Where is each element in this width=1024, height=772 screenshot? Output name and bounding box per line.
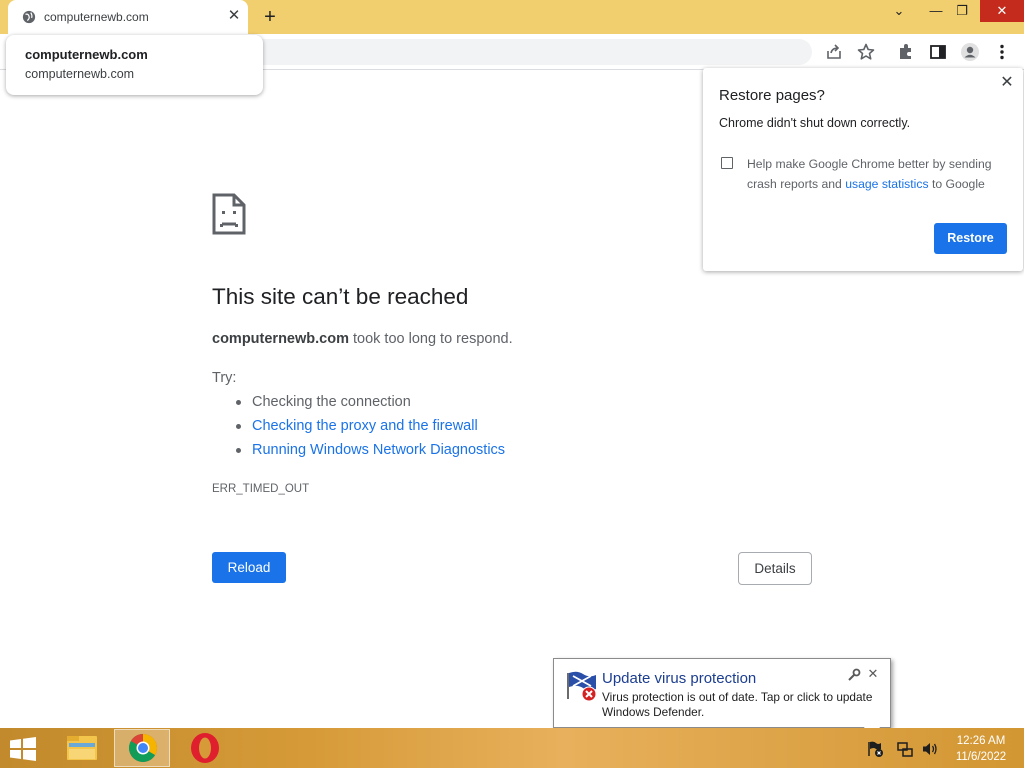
tab-title: computernewb.com [44, 10, 149, 24]
notification-title: Update virus protection [602, 670, 757, 687]
defender-notification[interactable]: Update virus protection Virus protection… [553, 658, 891, 728]
try-label: Try: [212, 370, 237, 386]
share-icon[interactable] [824, 42, 844, 62]
title-bar: computernewb.com ✕ + ⌄ — ❐ ✕ [0, 0, 1024, 34]
hover-card-title: computernewb.com [25, 47, 148, 62]
tab-search-icon[interactable]: ⌄ [883, 0, 915, 22]
suggestion-list: Checking the connection Checking the pro… [232, 392, 505, 464]
notification-text: Virus protection is out of date. Tap or … [602, 690, 873, 719]
browser-tab[interactable]: computernewb.com ✕ [8, 0, 248, 34]
crash-report-label: Help make Google Chrome better by sendin… [747, 154, 1007, 194]
new-tab-button[interactable]: + [258, 5, 282, 29]
taskbar-chrome[interactable] [114, 729, 170, 767]
suggestion-network-diagnostics-link[interactable]: Running Windows Network Diagnostics [232, 440, 505, 464]
reload-button[interactable]: Reload [212, 552, 286, 583]
notification-close-icon[interactable]: ✕ [866, 667, 880, 681]
hover-card-url: computernewb.com [25, 67, 135, 81]
wrench-icon[interactable] [847, 668, 861, 682]
error-message: computernewb.com took too long to respon… [212, 331, 513, 347]
defender-warning-icon [567, 671, 597, 702]
restore-pages-dialog: ✕ Restore pages? Chrome didn't shut down… [703, 68, 1023, 271]
windows-start-icon[interactable] [9, 737, 37, 761]
defender-tray-icon[interactable] [867, 740, 885, 758]
system-clock[interactable]: 12:26 AM 11/6/2022 [948, 733, 1014, 765]
taskbar-opera[interactable] [177, 729, 233, 767]
usage-statistics-link[interactable]: usage statistics [845, 177, 928, 191]
globe-icon [22, 10, 36, 24]
extensions-icon[interactable] [896, 42, 916, 62]
chrome-icon [129, 734, 157, 762]
details-button[interactable]: Details [738, 552, 812, 585]
dialog-title: Restore pages? [719, 87, 825, 104]
volume-icon[interactable] [921, 740, 939, 758]
taskbar-file-explorer[interactable] [55, 729, 111, 767]
opera-icon [191, 733, 219, 763]
error-title: This site can’t be reached [212, 284, 469, 309]
crash-report-checkbox[interactable] [721, 157, 733, 169]
clock-date: 11/6/2022 [955, 751, 1007, 763]
suggestion-check-connection: Checking the connection [232, 392, 505, 416]
restore-window-button[interactable]: ❐ [946, 0, 978, 22]
tab-hover-card: computernewb.com computernewb.com [6, 35, 263, 95]
tab-close-icon[interactable]: ✕ [226, 8, 242, 24]
folder-icon [67, 736, 97, 760]
profile-icon[interactable] [960, 42, 980, 62]
menu-icon[interactable] [992, 42, 1012, 62]
taskbar: 12:26 AM 11/6/2022 [0, 728, 1024, 768]
dialog-message: Chrome didn't shut down correctly. [719, 116, 911, 130]
clock-time: 12:26 AM [956, 735, 1006, 747]
error-host: computernewb.com [212, 331, 349, 347]
close-window-button[interactable]: ✕ [980, 0, 1024, 22]
network-icon[interactable] [896, 740, 914, 758]
error-code: ERR_TIMED_OUT [212, 483, 310, 495]
error-message-text: took too long to respond. [348, 331, 513, 347]
dialog-close-icon[interactable]: ✕ [997, 73, 1017, 93]
suggestion-check-proxy-link[interactable]: Checking the proxy and the firewall [232, 416, 505, 440]
sad-page-icon [212, 193, 246, 235]
star-icon[interactable] [856, 42, 876, 62]
restore-button[interactable]: Restore [934, 223, 1007, 254]
side-panel-icon[interactable] [928, 42, 948, 62]
crash-report-text-end: to Google [928, 177, 985, 191]
